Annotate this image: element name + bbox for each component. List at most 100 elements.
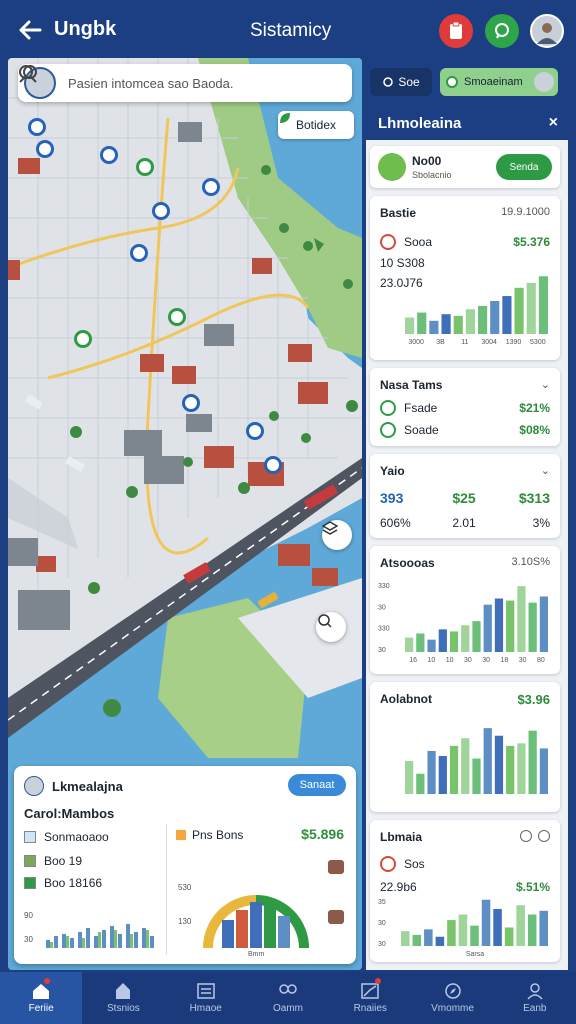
gauge-caption: Bmm (248, 951, 265, 958)
right-metric-value: $5.896 (301, 826, 344, 842)
circle-icon[interactable] (520, 830, 532, 842)
alarm-icon (380, 234, 396, 250)
map-marker[interactable] (100, 146, 118, 164)
map-marker[interactable] (36, 140, 54, 158)
y-tick-label: 30 (378, 604, 386, 611)
card-action-button[interactable]: Sanaat (288, 774, 346, 796)
total-value: 393 (380, 490, 404, 506)
right-metric-text: Pns Bons (192, 828, 244, 842)
layers-control[interactable] (322, 520, 352, 550)
nav-item-documents[interactable]: Hmaoe (165, 972, 247, 1024)
map-marker[interactable] (152, 202, 170, 220)
summary-sub: Sbolacnio (412, 170, 452, 180)
stat-label: Fsade (404, 401, 438, 415)
nav-item-explore[interactable]: Vmomme (411, 972, 493, 1024)
nav-item-profile[interactable]: Eanb (494, 972, 576, 1024)
top-app-bar: Ungbk Sistamicy (0, 0, 576, 58)
chevron-down-icon[interactable]: ⌄ (541, 378, 550, 391)
legend-swatch (24, 831, 36, 843)
x-tick-label: 30 (519, 657, 527, 664)
map-marker[interactable] (74, 330, 92, 348)
chart-bar (461, 625, 470, 652)
chart-bar (494, 735, 504, 794)
details-sheet: Lhmoleaina × No00 Sbolacnio Senda Bastie… (366, 106, 568, 970)
x-tick-label: 18 (500, 657, 508, 664)
back-arrow-icon[interactable] (16, 16, 44, 44)
y-tick-label: 330 (378, 626, 390, 633)
chart-bar (424, 929, 433, 946)
chart-bar (539, 748, 548, 794)
star-icon (116, 983, 131, 999)
card-header: Lkmealajna (24, 776, 123, 796)
chart-bar (494, 598, 504, 652)
chart-bar (517, 743, 526, 794)
total-value: 3% (532, 516, 550, 530)
chart-bar (465, 309, 475, 334)
x-tick-label: 30 (482, 657, 490, 664)
bus-icon (380, 856, 396, 872)
chart-bar (405, 637, 414, 652)
stat-row: Soade $08% (380, 422, 550, 438)
card-title: Nasa Tams (380, 378, 443, 392)
nav-item-routes[interactable]: Rnaiies (329, 972, 411, 1024)
bar-chart (378, 714, 554, 806)
y-tick-label: 35 (378, 899, 386, 906)
x-tick-label: 10 (427, 657, 435, 664)
map-marker[interactable] (202, 178, 220, 196)
notification-dot (44, 978, 50, 984)
right-metric-label: Pns Bons (176, 828, 243, 842)
chart-bar (458, 914, 468, 946)
filter-chip[interactable]: Botidex (278, 111, 354, 139)
map-marker[interactable] (264, 456, 282, 474)
map-marker[interactable] (136, 158, 154, 176)
map-marker[interactable] (130, 244, 148, 262)
nav-item-home[interactable]: Feriie (0, 972, 83, 1024)
panel-toolbar: Soe Smoaeinam (362, 64, 568, 100)
chart-bar (472, 758, 481, 794)
map-marker[interactable] (168, 308, 186, 326)
locate-control[interactable] (316, 612, 346, 642)
clipboard-button[interactable] (439, 14, 473, 48)
map-marker[interactable] (182, 394, 200, 412)
nav-item-stations[interactable]: Stsnios (82, 972, 164, 1024)
map-marker[interactable] (246, 422, 264, 440)
stat-value: $21% (519, 401, 550, 415)
right-panel: Soe Smoaeinam Lhmoleaina × No00 Sbolacni… (362, 58, 568, 970)
map-marker[interactable] (28, 118, 46, 136)
map-search-bar[interactable]: Pasien intomcea sao Baoda. (18, 64, 352, 102)
sheet-title: Lhmoleaina (378, 114, 462, 132)
nav-label: Hmaoe (189, 1003, 222, 1014)
chart-bar (490, 301, 500, 334)
card-subtitle: Carol:Mambos (24, 806, 115, 821)
filter-toggle-label: Soe (398, 75, 420, 89)
card-title: Atsoooas (380, 556, 435, 570)
home-icon (33, 984, 50, 999)
y-tick-label: 30 (378, 920, 386, 927)
nav-label: Vmomme (431, 1003, 474, 1014)
user-avatar[interactable] (530, 14, 564, 48)
chart-bar (449, 745, 459, 794)
nav-item-community[interactable]: Oamm (247, 972, 329, 1024)
x-tick-label: 80 (537, 657, 545, 664)
profile-chip[interactable]: Smoaeinam (440, 68, 558, 96)
chevron-down-icon[interactable]: ⌄ (541, 464, 550, 477)
totals-row: 393 $25 $313 (380, 490, 550, 506)
close-icon[interactable]: × (549, 114, 558, 132)
location-search-icon[interactable] (19, 65, 314, 98)
circle-icon (383, 77, 394, 87)
chat-button[interactable] (485, 14, 519, 48)
profile-avatar (534, 72, 554, 92)
card-title: Lbmaia (380, 830, 423, 844)
x-tick-label: 10 (446, 657, 454, 664)
chart-bar (435, 936, 445, 946)
card-divider (166, 824, 167, 954)
send-button[interactable]: Senda (496, 154, 552, 180)
city-map[interactable]: Pasien intomcea sao Baoda. Botidex Lkmea… (8, 58, 362, 970)
nav-label: Rnaiies (353, 1003, 387, 1014)
total-value: $25 (452, 490, 476, 506)
gauge-chart: 530 130 Bmm (178, 860, 344, 958)
filter-toggle[interactable]: Soe (370, 68, 432, 96)
circle-icon[interactable] (538, 830, 550, 842)
card-meta: 19.9.1000 (501, 206, 550, 218)
search-icon[interactable] (19, 65, 348, 98)
